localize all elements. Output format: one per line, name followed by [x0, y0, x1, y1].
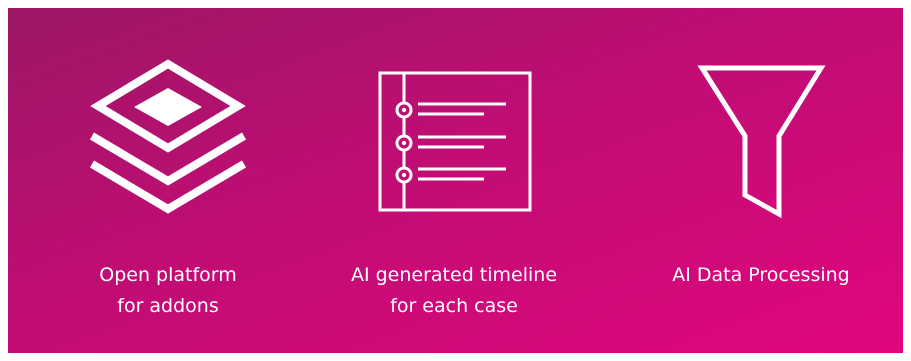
features-banner: Open platform for addons AI generated ti… — [8, 8, 903, 353]
feature-label-line1: Open platform — [99, 264, 237, 286]
feature-ai-data-processing: AI Data Processing — [646, 8, 876, 353]
feature-label: Open platform for addons — [60, 260, 276, 322]
feature-open-platform: Open platform for addons — [60, 8, 276, 353]
feature-ai-timeline: AI generated timeline for each case — [320, 8, 588, 353]
feature-label-line2: for addons — [117, 295, 219, 317]
timeline-icon — [378, 71, 532, 212]
feature-label: AI generated timeline for each case — [320, 260, 588, 322]
feature-label-line2: for each case — [390, 295, 518, 317]
funnel-icon — [697, 65, 826, 219]
feature-label-line1: AI Data Processing — [672, 264, 850, 286]
layers-icon — [89, 59, 247, 214]
feature-label-line1: AI generated timeline — [350, 264, 558, 286]
feature-label: AI Data Processing — [646, 260, 876, 291]
